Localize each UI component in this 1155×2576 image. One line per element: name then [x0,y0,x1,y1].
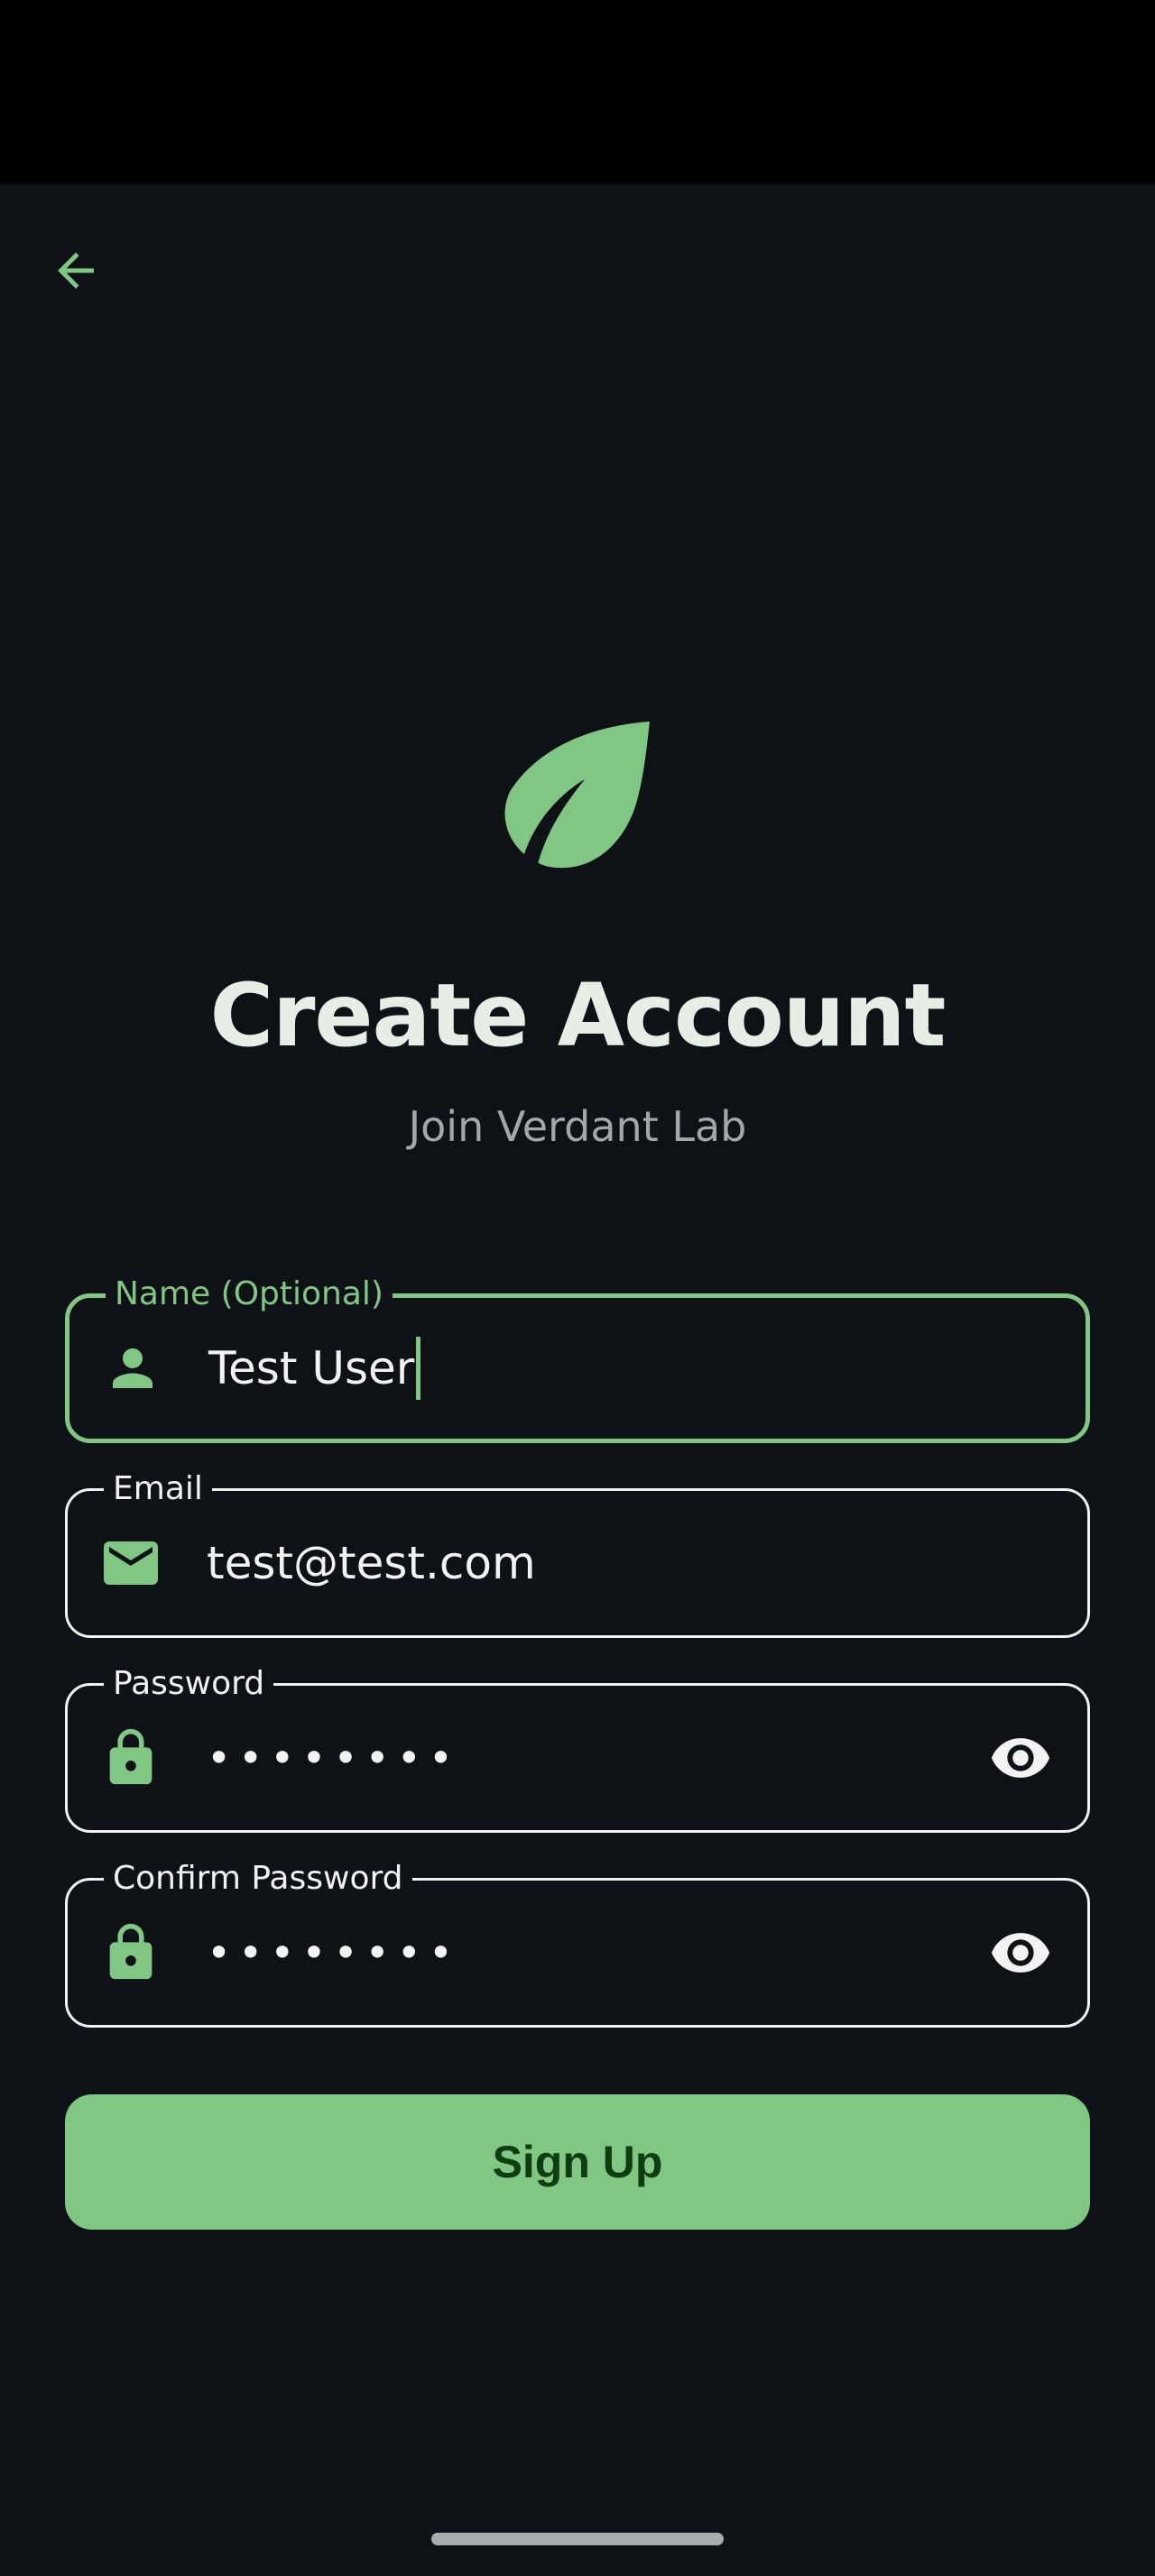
status-bar [0,0,1155,184]
mail-icon [98,1531,163,1596]
eye-icon [991,1738,1050,1778]
sign-up-button[interactable]: Sign Up [65,2094,1090,2230]
email-input[interactable]: test@test.com [207,1537,536,1589]
arrow-left-icon [58,253,94,289]
confirm-password-field[interactable]: Confirm Password •••••••• [65,1859,1090,2028]
text-caret [416,1337,421,1400]
password-field[interactable]: Password •••••••• [65,1664,1090,1833]
back-button[interactable] [36,231,116,310]
person-icon [100,1336,165,1401]
confirm-password-visibility-toggle[interactable] [981,1913,1060,1992]
lock-icon [98,1725,163,1790]
name-field[interactable]: Name (Optional) Test User [65,1274,1090,1443]
leaf-logo [502,718,653,869]
confirm-password-input[interactable]: •••••••• [207,1928,460,1977]
sign-up-screen: Create Account Join Verdant Lab Name (Op… [0,184,1155,2576]
lock-icon [98,1920,163,1985]
page-subtitle: Join Verdant Lab [408,1102,747,1151]
name-input[interactable]: Test User [208,1337,421,1400]
page-title: Create Account [209,965,947,1066]
eye-icon [991,1933,1050,1973]
home-indicator[interactable] [431,2533,724,2545]
email-field[interactable]: Email test@test.com [65,1469,1090,1638]
name-field-label: Name (Optional) [106,1274,393,1314]
password-field-label: Password [104,1664,274,1704]
password-input[interactable]: •••••••• [207,1734,460,1782]
leaf-icon [504,722,650,869]
email-field-label: Email [104,1469,212,1509]
confirm-password-field-label: Confirm Password [104,1859,412,1899]
password-visibility-toggle[interactable] [981,1718,1060,1798]
name-input-value: Test User [208,1342,415,1394]
